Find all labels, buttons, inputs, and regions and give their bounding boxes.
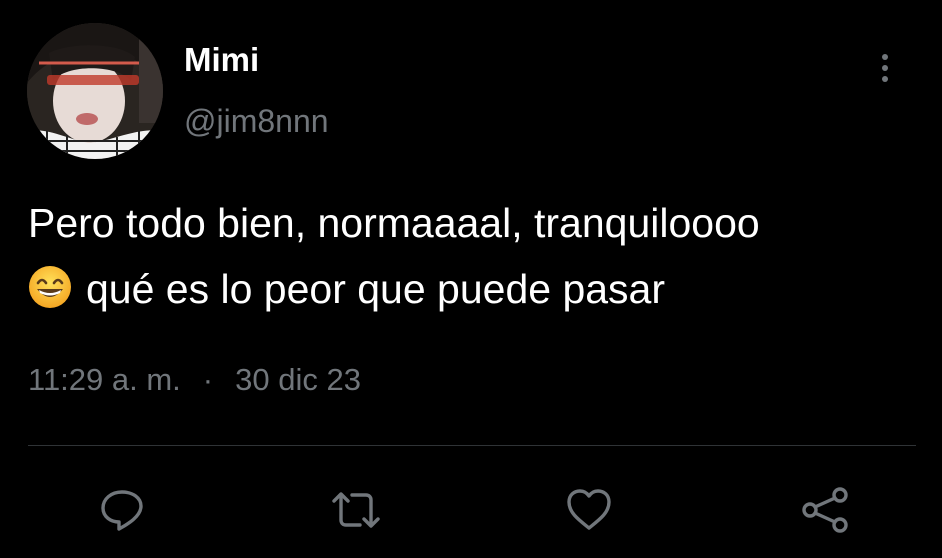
display-name[interactable]: Mimi bbox=[184, 38, 259, 82]
more-dot bbox=[882, 65, 888, 71]
user-handle[interactable]: @jim8nnn bbox=[184, 100, 329, 142]
tweet-text-line-1: Pero todo bien, normaaaal, tranquiloooo bbox=[28, 200, 760, 246]
tweet-time: 11:29 a. m. bbox=[28, 362, 181, 397]
reply-icon bbox=[101, 490, 143, 531]
grinning-face-emoji-icon bbox=[28, 262, 72, 308]
tweet-card: Mimi @jim8nnn Pero todo bien, normaaaal,… bbox=[0, 0, 942, 558]
more-dot bbox=[882, 54, 888, 60]
like-button[interactable] bbox=[563, 484, 615, 536]
divider bbox=[28, 445, 916, 446]
tweet-timestamp[interactable]: 11:29 a. m. · 30 dic 23 bbox=[28, 358, 361, 402]
like-icon bbox=[567, 489, 611, 530]
tweet-text: Pero todo bien, normaaaal, tranquiloooo bbox=[28, 190, 933, 322]
tweet-date: 30 dic 23 bbox=[235, 362, 361, 397]
tweet-text-line-2-text: qué es lo peor que puede pasar bbox=[86, 266, 666, 312]
meta-separator: · bbox=[202, 362, 214, 397]
more-options-button[interactable] bbox=[868, 46, 902, 90]
retweet-icon bbox=[332, 492, 380, 528]
more-dot bbox=[882, 76, 888, 82]
tweet-text-line-2: qué es lo peor que puede pasar bbox=[28, 256, 933, 322]
share-button[interactable] bbox=[798, 484, 850, 536]
retweet-button[interactable] bbox=[330, 484, 382, 536]
reply-button[interactable] bbox=[96, 484, 148, 536]
avatar-photo bbox=[27, 23, 163, 159]
avatar[interactable] bbox=[27, 23, 163, 159]
share-icon bbox=[802, 487, 848, 533]
